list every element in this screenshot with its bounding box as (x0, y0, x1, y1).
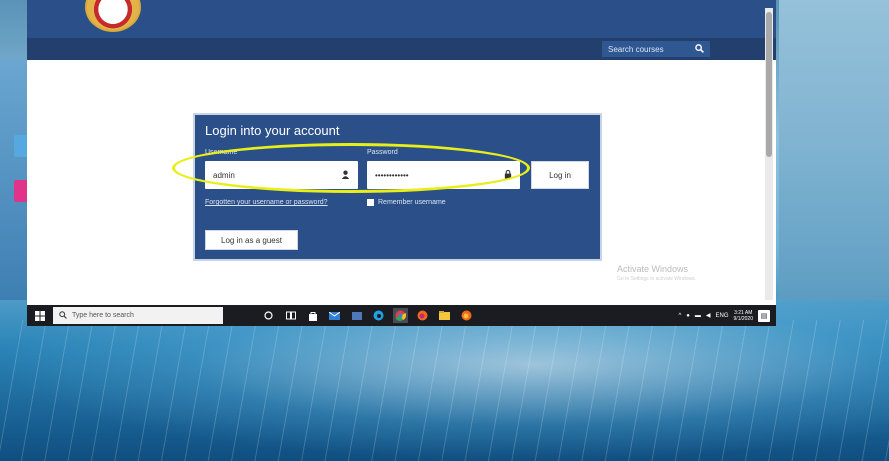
network-icon[interactable]: ● (686, 313, 690, 319)
search-icon[interactable] (695, 43, 704, 55)
tray-arrow-icon[interactable]: ^ (678, 313, 681, 319)
page-scrollbar[interactable] (765, 8, 773, 300)
remember-checkbox[interactable] (367, 199, 374, 206)
notifications-icon[interactable]: ▤ (758, 309, 770, 322)
remember-label: Remember username (378, 199, 446, 206)
clock-date: 9/1/2020 (733, 315, 753, 322)
system-tray: ^ ● ▬ ◀ ENG 3:21 AM 9/1/2020 ▤ (678, 309, 776, 322)
taskbar-search-placeholder: Type here to search (72, 312, 134, 319)
store-icon[interactable] (305, 308, 320, 323)
taskbar-apps (261, 308, 474, 323)
mail-icon[interactable] (327, 308, 342, 323)
activate-windows-watermark: Activate Windows Go to Settings to activ… (617, 264, 696, 282)
site-logo[interactable] (85, 0, 141, 32)
login-title: Login into your account (205, 123, 340, 138)
battery-icon[interactable]: ▬ (695, 313, 701, 319)
desktop-app-icon[interactable] (14, 180, 28, 202)
input-language[interactable]: ENG (716, 313, 729, 319)
clock[interactable]: 3:21 AM 9/1/2020 (734, 310, 753, 322)
site-header (27, 0, 776, 38)
watermark-subtitle: Go to Settings to activate Windows. (617, 276, 696, 282)
login-button[interactable]: Log in (531, 161, 589, 189)
calculator-icon[interactable] (349, 308, 364, 323)
chrome-icon[interactable] (393, 308, 408, 323)
desktop-wallpaper-lines (0, 320, 889, 461)
forgot-credentials-link[interactable]: Forgotten your username or password? (205, 198, 335, 207)
course-search[interactable]: Search courses (602, 41, 710, 57)
taskbar-search[interactable]: Type here to search (53, 307, 223, 324)
cortana-icon[interactable] (261, 308, 276, 323)
start-button[interactable] (27, 305, 53, 326)
firefox-alt-icon[interactable] (459, 308, 474, 323)
search-icon (59, 310, 67, 321)
credentials-highlight-ellipse (172, 143, 530, 193)
course-search-input[interactable]: Search courses (608, 45, 664, 54)
clock-time: 3:21 AM (734, 309, 753, 316)
guest-login-button[interactable]: Log in as a guest (205, 230, 298, 250)
edge-icon[interactable] (371, 308, 386, 323)
watermark-title: Activate Windows (617, 264, 689, 274)
task-view-icon[interactable] (283, 308, 298, 323)
desktop-app-icon[interactable] (14, 135, 28, 157)
scroll-thumb[interactable] (766, 12, 772, 157)
firefox-icon[interactable] (415, 308, 430, 323)
windows-taskbar: Type here to search ^ ● ▬ ◀ ENG 3:21 AM … (27, 305, 776, 326)
volume-icon[interactable]: ◀ (706, 312, 711, 319)
desktop-wallpaper-building (779, 0, 889, 300)
windows-icon (35, 310, 45, 321)
remember-username[interactable]: Remember username (367, 199, 446, 206)
file-explorer-icon[interactable] (437, 308, 452, 323)
site-navbar: Search courses (27, 38, 776, 60)
